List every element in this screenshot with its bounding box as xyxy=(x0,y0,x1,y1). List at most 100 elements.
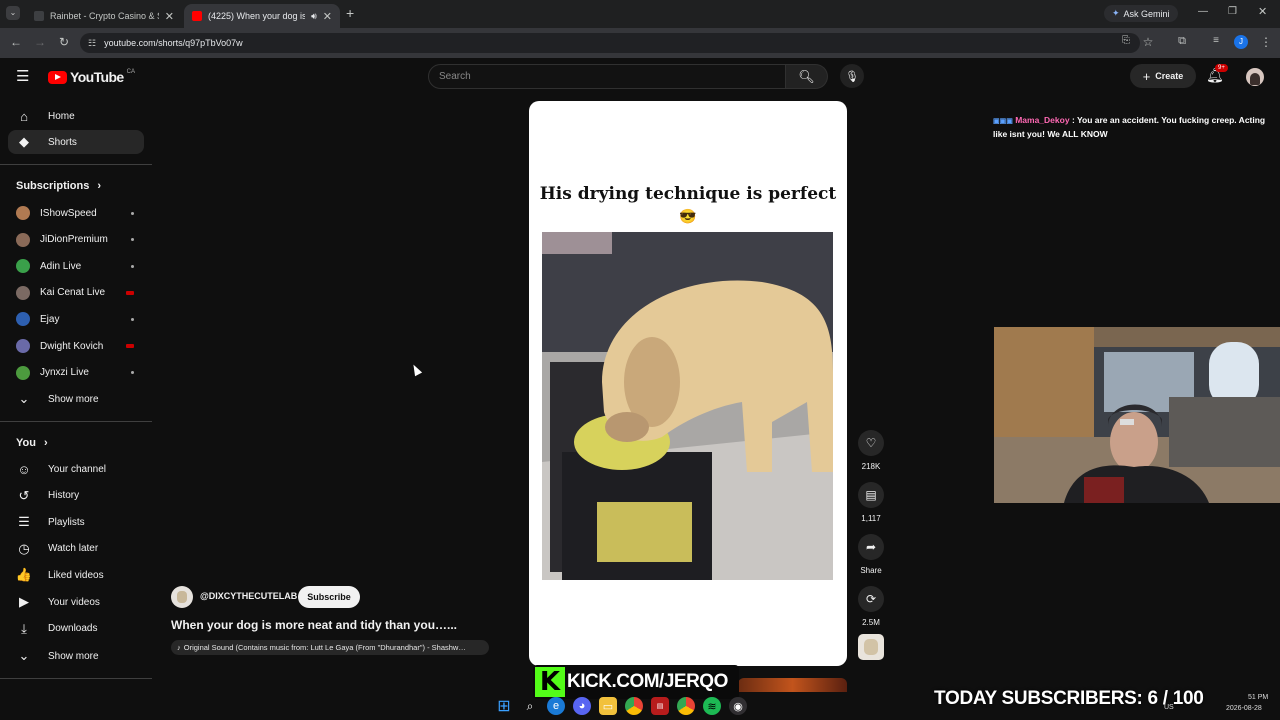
search-icon: 🔍︎ xyxy=(798,68,815,84)
address-bar[interactable]: ☷ youtube.com/shorts/q97pTbVo07w xyxy=(80,33,1140,53)
browser-menu-icon[interactable]: ⋮ xyxy=(1258,35,1274,49)
download-icon: ⤓ xyxy=(21,620,27,636)
profile-avatar[interactable]: J xyxy=(1234,35,1248,49)
file-explorer-icon[interactable]: ▭ xyxy=(599,697,617,715)
tab-rainbet[interactable]: Rainbet - Crypto Casino & Spo ✕ xyxy=(26,4,182,28)
search-input[interactable]: Search xyxy=(428,64,786,89)
short-video-title[interactable]: When your dog is more neat and tidy than… xyxy=(171,618,457,632)
sidebar-item-history[interactable]: ↺ History xyxy=(8,484,144,508)
forward-arrow-icon[interactable]: → xyxy=(32,35,48,49)
close-tab-icon[interactable]: ✕ xyxy=(165,10,174,23)
sidebar-item-home[interactable]: ⌂ Home xyxy=(8,104,144,128)
edge-browser-icon[interactable]: e xyxy=(547,697,565,715)
remix-action[interactable]: ⟳ 2.5M xyxy=(858,586,884,627)
rainbet-favicon-icon xyxy=(34,11,44,21)
locale-indicator[interactable]: US xyxy=(1164,704,1174,711)
subscriptions-show-more[interactable]: ⌄ Show more xyxy=(8,387,144,411)
comment-action[interactable]: ▤ 1,117 xyxy=(858,482,884,523)
sidebar-item-downloads[interactable]: ⤓ Downloads xyxy=(8,617,144,641)
subscription-label: Kai Cenat Live xyxy=(40,287,106,299)
restore-window-icon[interactable]: ❐ xyxy=(1228,6,1237,17)
red-app-icon[interactable]: ▤ xyxy=(651,697,669,715)
minimize-window-icon[interactable]: — xyxy=(1198,6,1208,17)
discord-icon[interactable]: ◕ xyxy=(573,697,591,715)
sidebar-item-watch-later[interactable]: ◷ Watch later xyxy=(8,537,144,561)
sound-thumbnail[interactable] xyxy=(858,634,884,660)
you-show-more[interactable]: ⌄ Show more xyxy=(8,644,144,668)
subscription-label: IShowSpeed xyxy=(40,207,97,219)
windows-start-icon[interactable]: ⊞ xyxy=(495,697,513,715)
spotify-icon[interactable]: ≋ xyxy=(703,697,721,715)
remix-icon[interactable]: ⟳ xyxy=(858,586,884,612)
comment-icon[interactable]: ▤ xyxy=(858,482,884,508)
like-action[interactable]: ♡ 218K xyxy=(858,430,884,471)
notifications-button[interactable]: 🔔︎ 9+ xyxy=(1206,64,1228,84)
subscription-item[interactable]: IShowSpeed xyxy=(8,201,144,225)
sidebar-item-playlists[interactable]: ☰ Playlists xyxy=(8,510,144,534)
sidebar-item-label: Liked videos xyxy=(48,569,104,581)
subscription-item[interactable]: Dwight Kovich xyxy=(8,334,144,358)
taskbar-clock-time[interactable]: 51 PM xyxy=(1248,694,1268,701)
channel-name[interactable]: @DIXCYTHECUTELAB xyxy=(200,591,297,601)
next-short-preview[interactable] xyxy=(738,678,847,692)
create-button[interactable]: + Create xyxy=(1130,64,1196,88)
channel-avatar xyxy=(16,339,30,353)
voice-search-button[interactable]: 🎙︎ xyxy=(840,64,864,88)
action-count-label: 1,117 xyxy=(861,514,881,523)
extensions-icon[interactable]: ⧉ xyxy=(1174,35,1190,48)
reload-icon[interactable]: ↻ xyxy=(56,35,72,49)
subscribe-button[interactable]: Subscribe xyxy=(298,586,360,608)
region-code: CA xyxy=(126,69,135,75)
you-heading[interactable]: You › xyxy=(16,437,48,449)
share-icon[interactable]: ➦ xyxy=(858,534,884,560)
hamburger-menu-icon[interactable]: ☰ xyxy=(16,67,29,85)
channel-avatar xyxy=(16,312,30,327)
new-tab-button[interactable]: + xyxy=(346,5,354,21)
taskbar-search-icon[interactable]: ⌕ xyxy=(521,697,539,715)
close-window-icon[interactable]: ✕ xyxy=(1258,5,1267,18)
ask-gemini-button[interactable]: ✦ Ask Gemini xyxy=(1104,5,1178,22)
taskbar-clock-date[interactable]: 2026-08-28 xyxy=(1226,705,1262,712)
sidebar-item-your-channel[interactable]: ☺ Your channel xyxy=(8,457,144,481)
share-action[interactable]: ➦ Share xyxy=(858,534,884,575)
site-info-icon[interactable]: ☷ xyxy=(88,38,96,49)
live-indicator-icon xyxy=(126,344,134,348)
search-button[interactable]: 🔍︎ xyxy=(786,64,828,89)
sound-pill[interactable]: ♪ Original Sound (Contains music from: L… xyxy=(171,640,489,655)
obs-icon[interactable]: ◉ xyxy=(729,697,747,715)
home-icon: ⌂ xyxy=(20,108,28,124)
media-controls-icon[interactable]: ≡ xyxy=(1208,35,1224,46)
sidebar-item-label: Your videos xyxy=(48,596,100,608)
account-avatar[interactable] xyxy=(1246,68,1264,86)
kick-url: KICK.COM/JERQO xyxy=(567,671,728,692)
audio-icon[interactable]: 🔊︎ xyxy=(311,11,317,22)
bookmark-star-icon[interactable]: ☆ xyxy=(1140,35,1156,49)
video-frame[interactable] xyxy=(542,232,833,580)
chrome-icon[interactable] xyxy=(625,697,643,715)
tab-search-button[interactable]: ⌄ xyxy=(6,6,20,20)
youtube-logo[interactable]: YouTube CA xyxy=(48,69,135,85)
sidebar-item-your-videos[interactable]: ▶ Your videos xyxy=(8,590,144,614)
chrome-profile-icon[interactable] xyxy=(677,697,695,715)
sidebar-item-label: Watch later xyxy=(48,543,99,555)
sidebar-item-label: Playlists xyxy=(48,516,85,528)
subscription-item[interactable]: Adin Live xyxy=(8,254,144,278)
subscription-item[interactable]: Ejay xyxy=(8,307,144,331)
subscription-item[interactable]: Kai Cenat Live xyxy=(8,281,144,305)
subscription-item[interactable]: JiDionPremium xyxy=(8,228,144,252)
subscription-item[interactable]: Jynxzi Live xyxy=(8,361,144,385)
your-videos-icon: ▶ xyxy=(19,594,29,609)
sidebar-item-liked-videos[interactable]: 👍 Liked videos xyxy=(8,563,144,587)
subscriptions-heading[interactable]: Subscriptions › xyxy=(16,180,101,192)
close-tab-icon[interactable]: ✕ xyxy=(323,10,332,23)
like-icon[interactable]: ♡ xyxy=(858,430,884,456)
install-app-icon[interactable]: ⎘ xyxy=(1118,35,1134,46)
you-title: You xyxy=(16,437,36,449)
back-arrow-icon[interactable]: ← xyxy=(8,35,24,49)
channel-avatar xyxy=(16,365,30,380)
sidebar-divider xyxy=(0,164,152,165)
channel-avatar[interactable] xyxy=(171,586,193,608)
tab-youtube[interactable]: (4225) When your dog is m 🔊︎ ✕ xyxy=(184,4,340,28)
short-video-card[interactable]: His drying technique is perfect 😎 xyxy=(529,101,847,666)
sidebar-item-shorts[interactable]: ◆ Shorts xyxy=(8,130,144,154)
